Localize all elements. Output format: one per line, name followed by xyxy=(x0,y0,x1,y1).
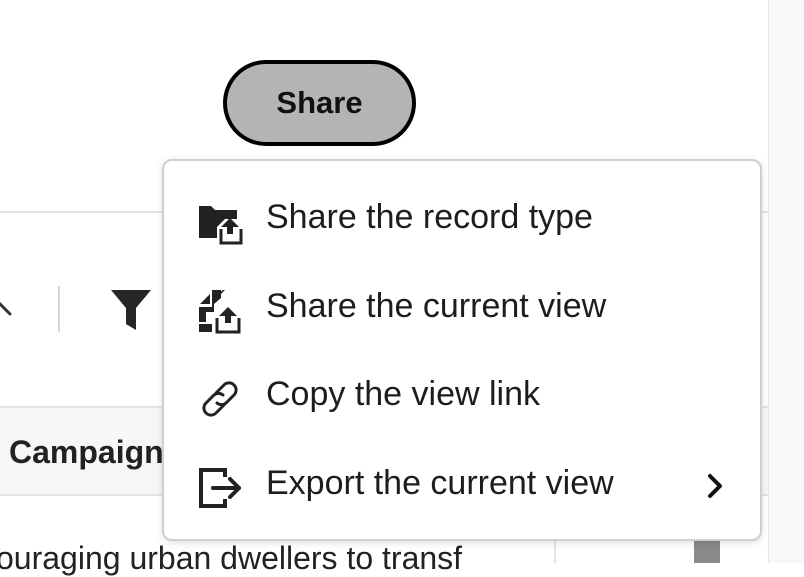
view-share-icon xyxy=(199,290,241,334)
vertical-scrollbar[interactable] xyxy=(768,0,804,563)
menu-item-copy-view-link[interactable]: Copy the view link xyxy=(164,353,760,441)
menu-item-share-record-type[interactable]: Share the record type xyxy=(164,176,760,264)
share-menu: Share the record type Share the current … xyxy=(162,159,762,541)
menu-item-label: Share the record type xyxy=(266,198,593,236)
menu-item-label: Share the current view xyxy=(266,287,607,325)
filter-icon[interactable] xyxy=(110,288,152,332)
table-cell[interactable]: ouraging urban dwellers to transf xyxy=(0,540,462,577)
folder-share-icon xyxy=(199,206,243,245)
chevron-icon[interactable] xyxy=(0,296,18,320)
menu-item-label: Export the current view xyxy=(266,464,614,502)
menu-item-export-current-view[interactable]: Export the current view xyxy=(164,442,760,530)
link-icon xyxy=(202,381,238,417)
menu-item-label: Copy the view link xyxy=(266,375,541,413)
toolbar-separator xyxy=(58,286,60,332)
share-button[interactable]: Share xyxy=(223,60,416,146)
cell-tag xyxy=(694,540,720,563)
column-header-campaign[interactable]: Campaign xyxy=(9,434,164,471)
menu-item-share-current-view[interactable]: Share the current view xyxy=(164,265,760,353)
chevron-right-icon xyxy=(708,474,722,498)
export-icon xyxy=(199,468,241,508)
